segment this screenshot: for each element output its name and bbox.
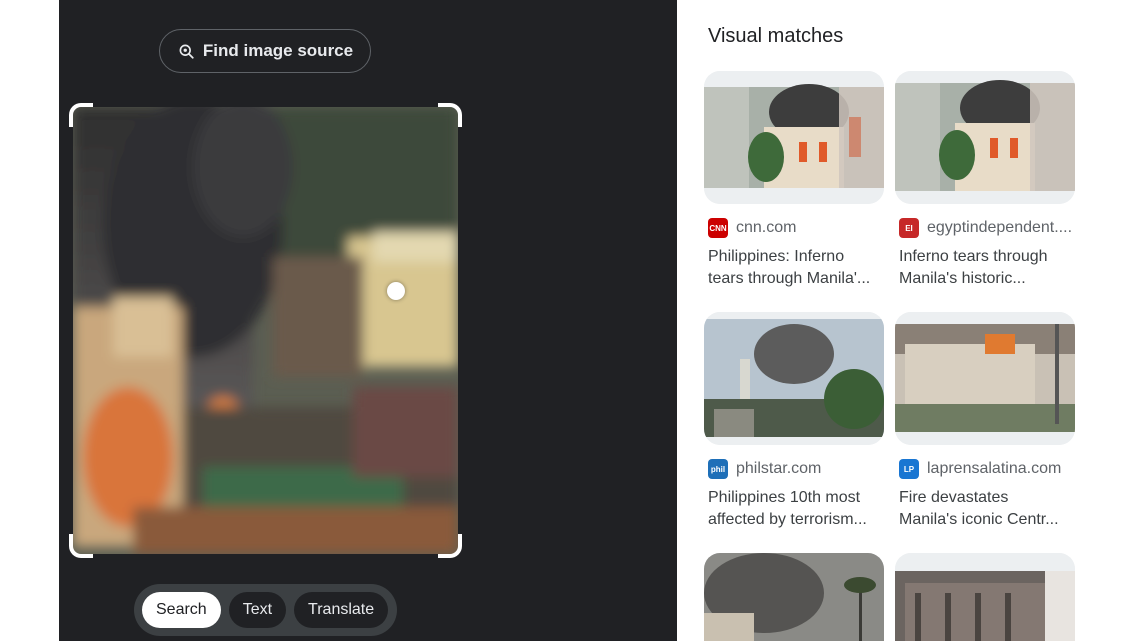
match-source: cnn.com: [736, 219, 797, 236]
match-title: Philippines: Inferno tears through Manil…: [708, 246, 880, 290]
lens-page: Find image source Search Text Translate …: [0, 0, 1140, 641]
mode-translate-tab[interactable]: Translate: [294, 592, 389, 628]
match-thumbnail: [895, 71, 1075, 204]
match-title-line: Manila's iconic Centr...: [899, 511, 1059, 528]
visual-match-card[interactable]: [704, 553, 884, 641]
visual-matches-heading: Visual matches: [708, 25, 844, 47]
cnn-favicon-icon: CNN: [708, 218, 728, 238]
match-title-line: affected by terrorism...: [708, 511, 867, 528]
match-thumbnail: [895, 553, 1075, 641]
match-thumbnail: [704, 312, 884, 445]
lens-search-icon: [179, 44, 194, 59]
match-title-line: Philippines 10th most: [708, 489, 861, 506]
selected-image: [73, 107, 458, 554]
laprensalatina-favicon-icon: LP: [899, 459, 919, 479]
crop-handle-top-left[interactable]: [69, 103, 93, 127]
match-source: egyptindependent....: [927, 219, 1073, 236]
match-title-line: Philippines: Inferno: [708, 248, 845, 265]
match-title: Inferno tears through Manila's historic.…: [899, 246, 1071, 290]
match-source: philstar.com: [736, 460, 822, 477]
match-thumbnail: [704, 71, 884, 204]
crop-selection[interactable]: [69, 103, 462, 558]
match-thumbnail: [895, 312, 1075, 445]
mode-search-tab[interactable]: Search: [142, 592, 221, 628]
match-title-line: Fire devastates: [899, 489, 1009, 506]
lens-mode-bar: Search Text Translate: [134, 584, 397, 636]
visual-match-card[interactable]: phil philstar.com Philippines 10th most …: [704, 312, 884, 531]
egyptindependent-favicon-icon: EI: [899, 218, 919, 238]
lens-image-panel: Find image source Search Text Translate: [59, 0, 677, 641]
match-title: Fire devastates Manila's iconic Centr...: [899, 487, 1071, 531]
find-image-source-button[interactable]: Find image source: [159, 29, 371, 73]
crop-handle-bottom-right[interactable]: [438, 534, 462, 558]
crop-handle-top-right[interactable]: [438, 103, 462, 127]
results-panel: Visual matches CNN cnn.com Philippines: …: [677, 0, 1140, 641]
match-title-line: tears through Manila'...: [708, 270, 871, 287]
match-source: laprensalatina.com: [927, 460, 1062, 477]
visual-match-card[interactable]: LP laprensalatina.com Fire devastates Ma…: [895, 312, 1075, 531]
philstar-favicon-icon: phil: [708, 459, 728, 479]
match-title-line: Manila's historic...: [899, 270, 1026, 287]
object-focus-dot[interactable]: [387, 282, 405, 300]
match-thumbnail: [704, 553, 884, 641]
match-title: Philippines 10th most affected by terror…: [708, 487, 880, 531]
find-image-source-label: Find image source: [202, 41, 354, 60]
visual-match-card[interactable]: CNN cnn.com Philippines: Inferno tears t…: [704, 71, 884, 290]
crop-handle-bottom-left[interactable]: [69, 534, 93, 558]
visual-match-card[interactable]: EI egyptindependent.... Inferno tears th…: [895, 71, 1075, 290]
visual-match-card[interactable]: [895, 553, 1075, 641]
mode-text-tab[interactable]: Text: [228, 592, 287, 628]
match-title-line: Inferno tears through: [899, 248, 1048, 265]
